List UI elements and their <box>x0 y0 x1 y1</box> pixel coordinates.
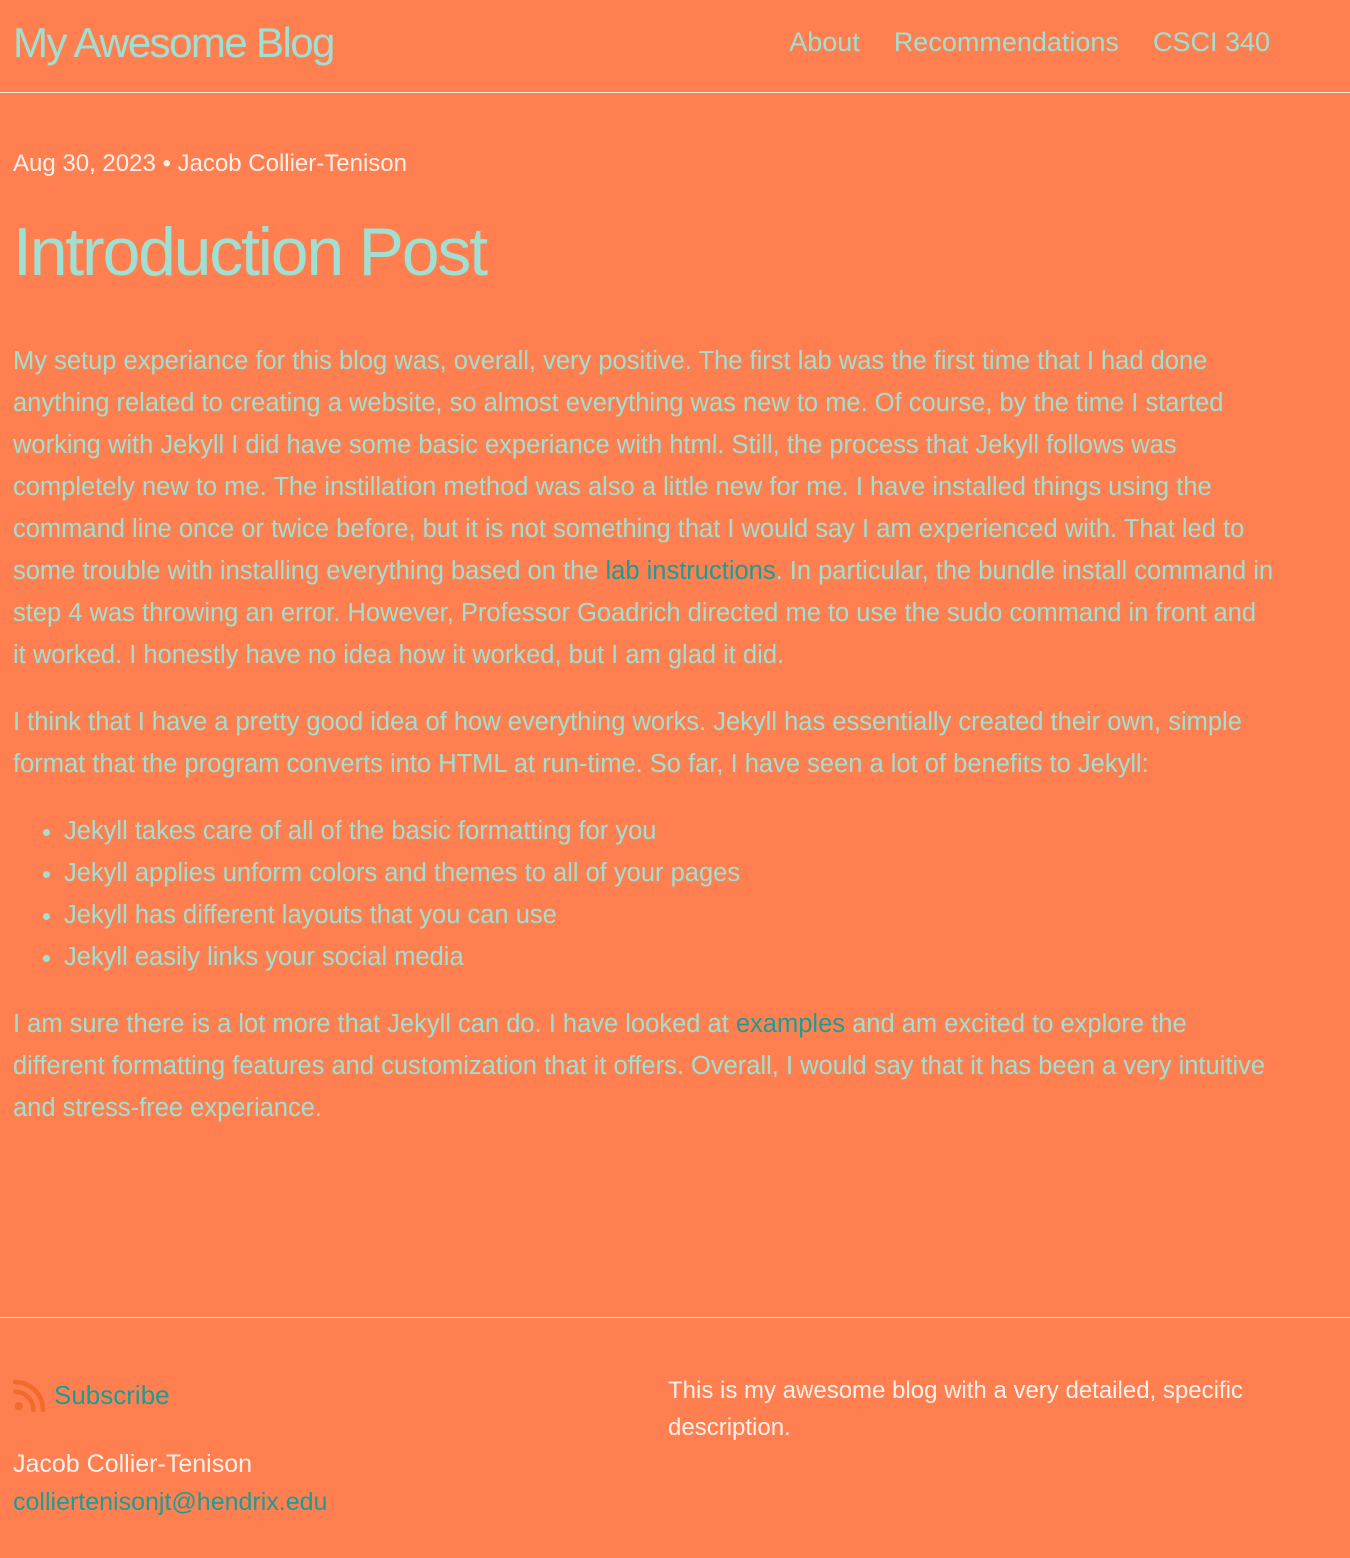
benefits-list: Jekyll takes care of all of the basic fo… <box>13 810 1275 978</box>
subscribe-label: Subscribe <box>54 1380 170 1410</box>
footer-email-link[interactable]: colliertenisonjt@hendrix.edu <box>13 1486 327 1518</box>
post-meta: Aug 30, 2023 • Jacob Collier-Tenison <box>13 148 407 180</box>
list-item: Jekyll has different layouts that you ca… <box>64 894 1275 936</box>
subscribe-link[interactable]: Subscribe <box>13 1378 170 1412</box>
nav-link-about[interactable]: About <box>789 24 860 60</box>
site-footer: Subscribe Jacob Collier-Tenison colliert… <box>0 1317 1350 1558</box>
post-paragraph-1: My setup experiance for this blog was, o… <box>13 347 1274 669</box>
post-paragraph-3: I am sure there is a lot more that Jekyl… <box>13 1010 1266 1122</box>
footer-author-name: Jacob Collier-Tenison <box>13 1450 253 1478</box>
site-nav: About Recommendations CSCI 340 <box>789 24 1270 60</box>
site-title-link[interactable]: My Awesome Blog <box>13 17 335 69</box>
post-date: Aug 30, 2023 <box>13 150 156 177</box>
list-item: Jekyll easily links your social media <box>64 936 1275 978</box>
lab-instructions-link[interactable]: lab instructions <box>606 557 776 585</box>
post-title: Introduction Post <box>13 214 488 290</box>
meta-separator: • <box>162 150 171 177</box>
post-content: My setup experiance for this blog was, o… <box>13 340 1275 1154</box>
nav-link-csci-340[interactable]: CSCI 340 <box>1153 24 1270 60</box>
list-item: Jekyll takes care of all of the basic fo… <box>64 810 1275 852</box>
list-item: Jekyll applies unform colors and themes … <box>64 852 1275 894</box>
post-author: Jacob Collier-Tenison <box>177 150 407 177</box>
nav-link-recommendations[interactable]: Recommendations <box>894 24 1119 60</box>
rss-icon <box>13 1379 46 1412</box>
examples-link[interactable]: examples <box>736 1010 845 1038</box>
footer-description: This is my awesome blog with a very deta… <box>668 1377 1243 1441</box>
site-header: My Awesome Blog About Recommendations CS… <box>0 0 1350 93</box>
post-paragraph-2: I think that I have a pretty good idea o… <box>13 708 1242 778</box>
